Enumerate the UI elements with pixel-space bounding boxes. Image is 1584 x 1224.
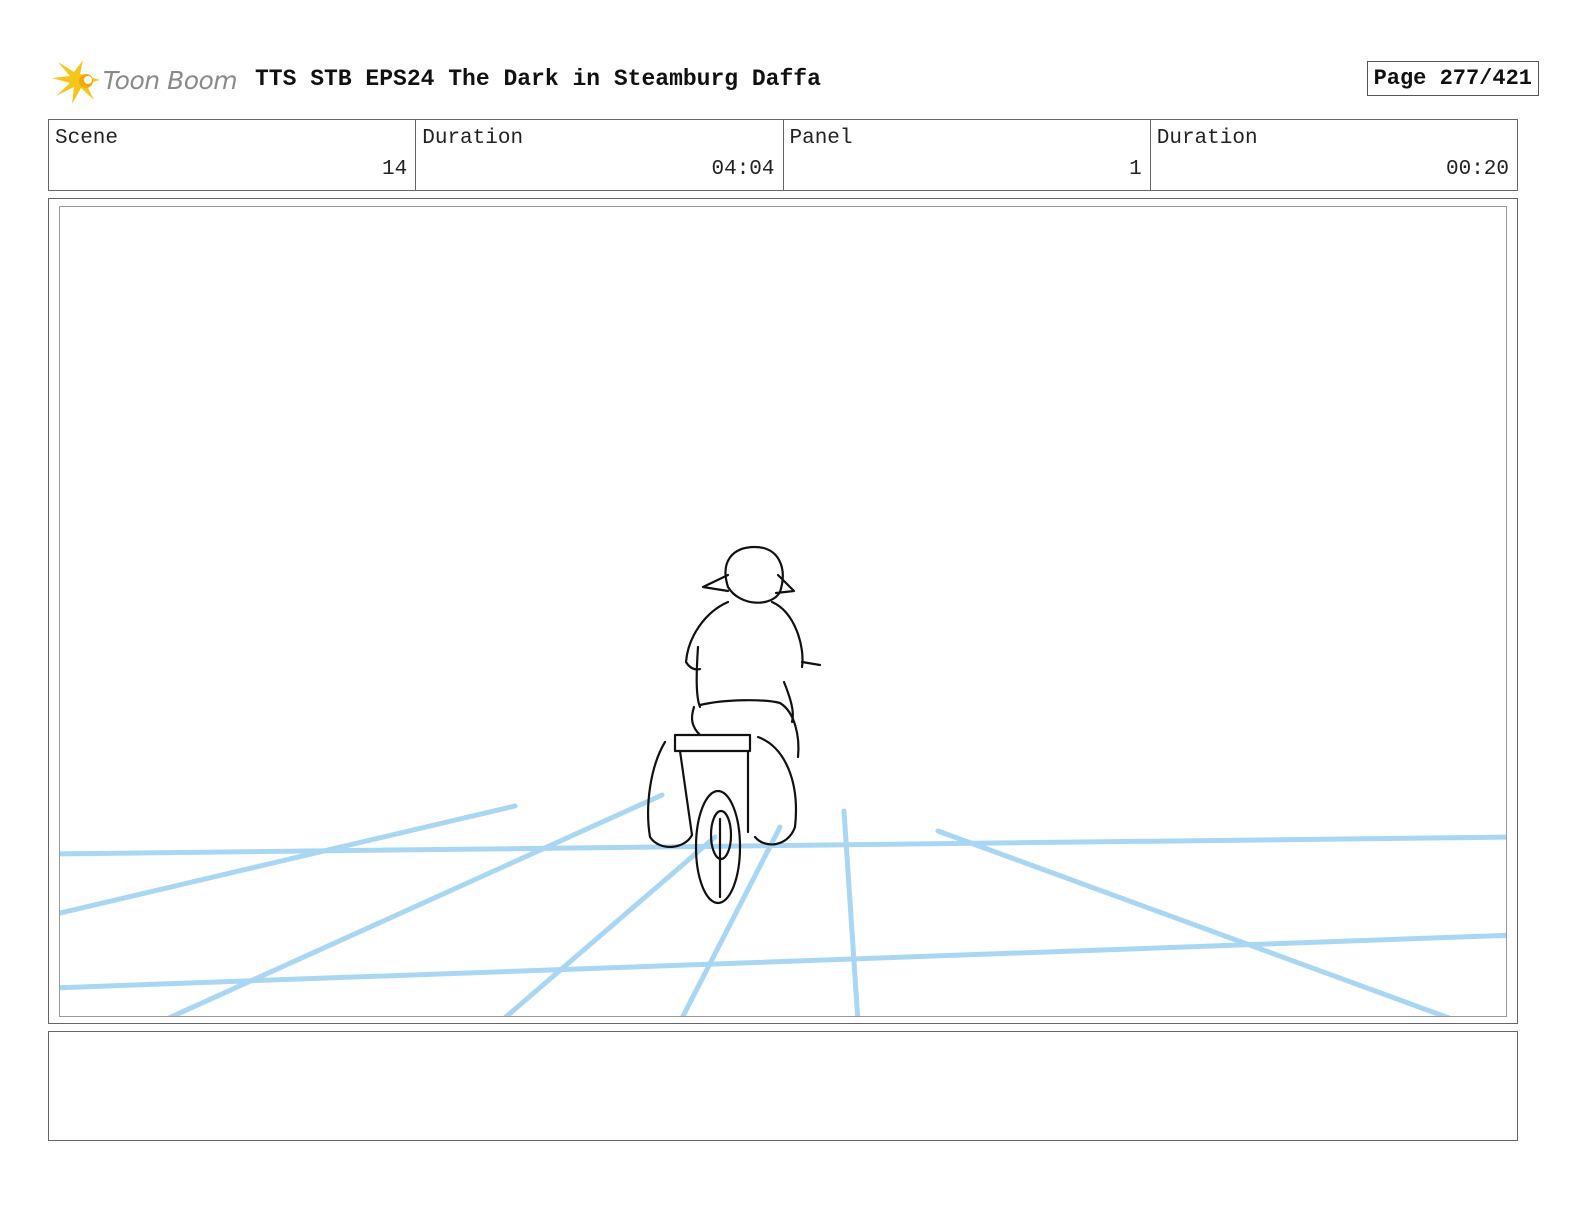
panel-notes-box[interactable]: [48, 1031, 1518, 1141]
panel-label: Panel: [789, 127, 853, 150]
panel-duration-value: 00:20: [1445, 158, 1509, 181]
panel-drawing: [59, 206, 1507, 1017]
scene-duration-label: Duration: [422, 127, 524, 150]
storyboard-header: Toon Boom TTS STB EPS24 The Dark in Stea…: [50, 52, 1539, 106]
document-title: TTS STB EPS24 The Dark in Steamburg Daff…: [255, 66, 821, 92]
panel-value: 1: [1129, 158, 1142, 181]
perspective-guides: [60, 792, 1506, 1016]
cyclist-sketch: [647, 545, 822, 905]
logo-wordmark: Toon Boom: [103, 66, 238, 95]
scene-cell: Scene 14: [49, 120, 417, 190]
scene-value: 14: [382, 158, 408, 181]
sketch-drawing: [60, 545, 1506, 1016]
panel-duration-label: Duration: [1156, 127, 1258, 150]
scene-info-table: Scene 14 Duration 04:04 Panel 1 Duration…: [48, 119, 1518, 191]
toon-boom-logo: Toon Boom: [50, 56, 245, 106]
scene-duration-value: 04:04: [711, 158, 775, 181]
scene-duration-cell: Duration 04:04: [416, 120, 784, 190]
starburst-icon: [52, 60, 100, 104]
panel-duration-cell: Duration 00:20: [1151, 120, 1517, 190]
page-indicator: Page 277/421: [1366, 61, 1539, 96]
panel-cell: Panel 1: [784, 120, 1151, 190]
scene-label: Scene: [55, 127, 119, 150]
